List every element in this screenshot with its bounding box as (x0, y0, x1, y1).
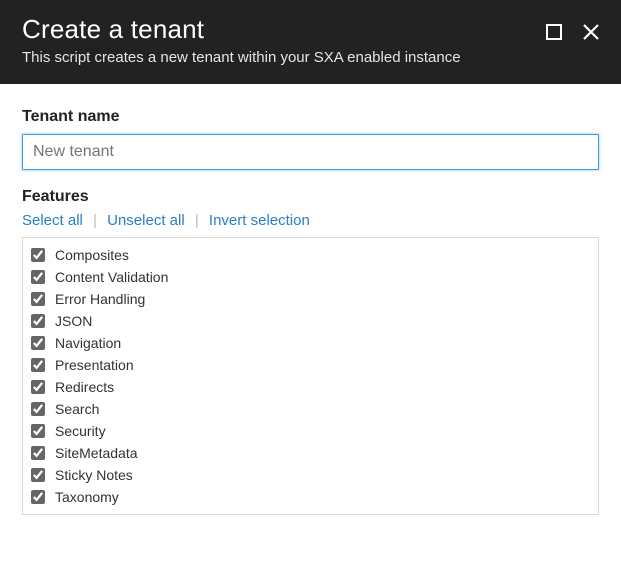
feature-row: Content Validation (29, 266, 592, 288)
feature-checkbox[interactable] (31, 314, 45, 328)
feature-checkbox[interactable] (31, 402, 45, 416)
feature-label: Taxonomy (55, 489, 119, 505)
dialog-subtitle: This script creates a new tenant within … (22, 49, 599, 66)
select-all-link[interactable]: Select all (22, 212, 83, 229)
feature-label: Search (55, 401, 99, 417)
feature-label: Presentation (55, 357, 134, 373)
feature-checkbox[interactable] (31, 336, 45, 350)
feature-label: JSON (55, 313, 92, 329)
separator: | (195, 212, 199, 229)
dialog-title: Create a tenant (22, 14, 599, 45)
feature-row: Redirects (29, 376, 592, 398)
close-icon[interactable] (581, 22, 601, 42)
feature-label: Content Validation (55, 269, 168, 285)
feature-row: Sticky Notes (29, 464, 592, 486)
feature-label: Security (55, 423, 106, 439)
feature-actions: Select all | Unselect all | Invert selec… (22, 212, 599, 229)
features-list: Composites Content Validation Error Handli… (22, 237, 599, 515)
feature-checkbox[interactable] (31, 490, 45, 504)
feature-label: SiteMetadata (55, 445, 138, 461)
separator: | (93, 212, 97, 229)
feature-checkbox[interactable] (31, 292, 45, 306)
feature-row: Error Handling (29, 288, 592, 310)
feature-checkbox[interactable] (31, 446, 45, 460)
dialog-header: Create a tenant This script creates a ne… (0, 0, 621, 84)
feature-label: Sticky Notes (55, 467, 133, 483)
feature-checkbox[interactable] (31, 468, 45, 482)
feature-label: Composites (55, 247, 129, 263)
feature-row: Composites (29, 244, 592, 266)
tenant-name-label: Tenant name (22, 108, 599, 126)
feature-row: Presentation (29, 354, 592, 376)
dialog-body: Tenant name Features Select all | Unsele… (0, 84, 621, 515)
feature-label: Navigation (55, 335, 121, 351)
feature-label: Redirects (55, 379, 114, 395)
feature-row: SiteMetadata (29, 442, 592, 464)
tenant-name-input[interactable] (22, 134, 599, 170)
features-label: Features (22, 188, 599, 206)
feature-row: JSON (29, 310, 592, 332)
feature-checkbox[interactable] (31, 358, 45, 372)
feature-row: Navigation (29, 332, 592, 354)
feature-label: Error Handling (55, 291, 145, 307)
feature-checkbox[interactable] (31, 380, 45, 394)
feature-row: Taxonomy (29, 486, 592, 508)
unselect-all-link[interactable]: Unselect all (107, 212, 185, 229)
feature-checkbox[interactable] (31, 248, 45, 262)
feature-row: Security (29, 420, 592, 442)
window-controls (545, 22, 601, 42)
invert-selection-link[interactable]: Invert selection (209, 212, 310, 229)
feature-row: Search (29, 398, 592, 420)
maximize-icon[interactable] (545, 23, 563, 41)
feature-checkbox[interactable] (31, 270, 45, 284)
feature-checkbox[interactable] (31, 424, 45, 438)
